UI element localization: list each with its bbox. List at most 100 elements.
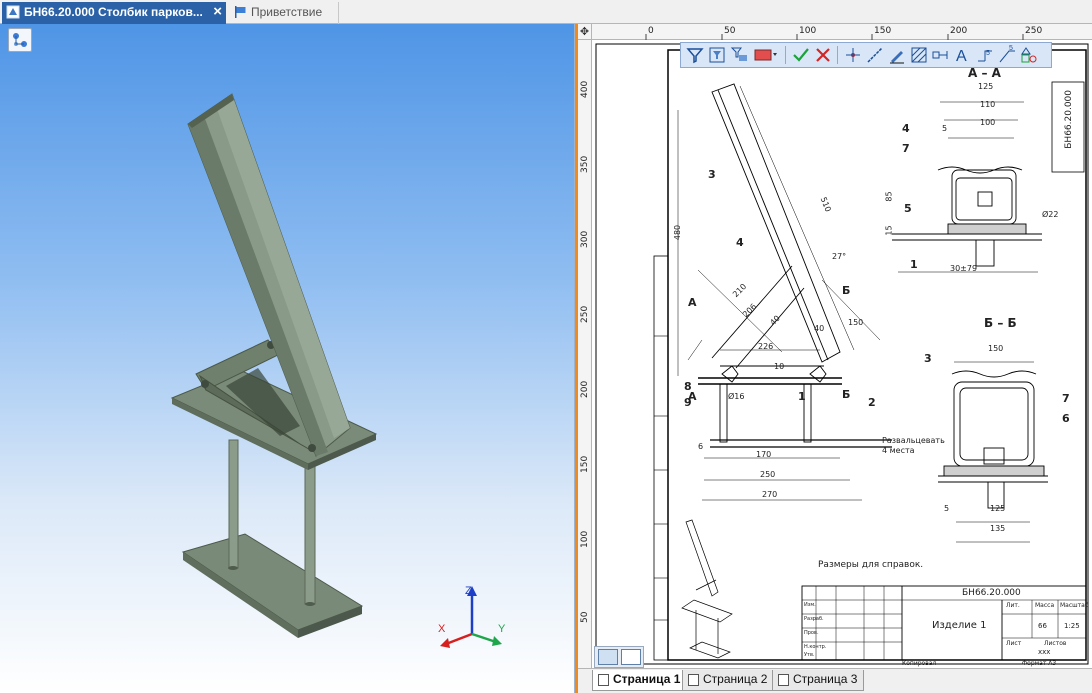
close-icon[interactable]: ×	[213, 2, 222, 22]
title-designation: БН66.20.000	[962, 588, 1021, 598]
title-header-scale: Масштаб	[1060, 602, 1089, 609]
point-icon[interactable]	[843, 45, 863, 65]
title-mass: 66	[1038, 622, 1047, 630]
hatch-icon[interactable]	[909, 45, 929, 65]
text-icon[interactable]: A	[953, 45, 973, 65]
section-aa-title: А – А	[968, 66, 1001, 80]
dim-label: 125	[990, 504, 1006, 513]
tab-assembly-document[interactable]: БН66.20.000 Столбик парков... ×	[2, 2, 226, 24]
dim-label: 85	[884, 191, 894, 202]
filter-window-icon[interactable]	[707, 45, 727, 65]
drawing-viewport[interactable]: ✥ 0 50 100 150 200 250 400 350 300 250 2…	[578, 24, 1092, 693]
ruler-tick: 250	[580, 305, 590, 323]
dim-label: Ø16	[728, 392, 745, 401]
tab-page-3[interactable]: Страница 3	[772, 670, 865, 691]
dim-label: 110	[980, 100, 996, 109]
reset-filter-icon[interactable]	[813, 45, 833, 65]
dim-label: 226	[758, 342, 774, 351]
dim-label: 250	[760, 470, 776, 479]
axis-triad: Z X Y	[432, 582, 512, 662]
weld-note-line2: 4 места	[882, 446, 915, 455]
model-3d-viewport[interactable]: Z X Y	[0, 24, 575, 693]
dim-label: 170	[756, 450, 772, 459]
section-mark-b-top: Б	[842, 284, 851, 297]
title-sheets: Листов	[1044, 640, 1067, 647]
callout-6: 6	[1062, 412, 1070, 425]
weld-note-line1: Развальцевать	[882, 436, 945, 445]
pen-icon[interactable]	[887, 45, 907, 65]
callout-3b: 3	[924, 352, 932, 365]
callout-1b: 1	[798, 390, 806, 403]
line-icon[interactable]	[865, 45, 885, 65]
page-icon	[688, 674, 699, 686]
dim-label: 135	[990, 524, 1006, 533]
page-tab-label: Страница 1	[613, 672, 681, 686]
drawing-toolbar: A 5 5	[680, 42, 1052, 68]
dim-label: 30±79	[950, 264, 978, 273]
filter-layers-icon[interactable]	[729, 45, 749, 65]
drawing-note: Размеры для справок.	[818, 560, 924, 570]
callout-5: 5	[904, 202, 912, 215]
page-tab-label: Страница 3	[793, 672, 858, 686]
horizontal-ruler: 0 50 100 150 200 250	[592, 24, 1092, 40]
tab-label: Приветствие	[251, 5, 323, 19]
document-tab-bar: БН66.20.000 Столбик парков... × Приветст…	[0, 0, 1092, 24]
svg-text:A: A	[956, 48, 967, 65]
section-bb-title: Б – Б	[984, 316, 1017, 330]
title-scale: 1:25	[1064, 622, 1080, 630]
title-header-mass: Масса	[1035, 602, 1055, 609]
vertical-ruler: 400 350 300 250 200 150 100 50	[578, 40, 592, 668]
dim-label: 100	[980, 118, 996, 127]
callout-4: 4	[736, 236, 744, 249]
dim-label: 480	[673, 224, 683, 241]
title-row-utv: Утв.	[804, 652, 815, 658]
color-selector-icon[interactable]	[753, 45, 779, 65]
drawing-sheet[interactable]: А – А Б – Б Размеры для справок. Разваль…	[592, 40, 1092, 668]
ruler-tick: 300	[580, 230, 590, 248]
drawing-graphics	[595, 43, 1089, 665]
stamp-code: БН66.20.000	[1064, 90, 1074, 149]
filter-icon[interactable]	[685, 45, 705, 65]
callout-2: 2	[868, 396, 876, 409]
tab-page-2[interactable]: Страница 2	[682, 670, 775, 691]
view-mode-buttons	[594, 646, 644, 668]
tab-page-1[interactable]: Страница 1	[592, 670, 688, 691]
page-icon	[778, 674, 789, 686]
title-row-izm: Изм.	[804, 602, 816, 608]
axis-z-label: Z	[465, 585, 472, 597]
ruler-tick: 100	[580, 530, 590, 548]
confirm-filter-icon[interactable]	[791, 45, 811, 65]
dim-label: 6	[698, 442, 704, 451]
ruler-tick: 150	[580, 455, 590, 473]
assembly-document-icon	[6, 5, 20, 19]
title-name: Изделие 1	[932, 620, 987, 631]
dim-label: 5	[942, 124, 948, 133]
page-tab-label: Страница 2	[703, 672, 768, 686]
leader-icon[interactable]: 5	[975, 45, 995, 65]
section-mark-b-bottom: Б	[842, 388, 851, 401]
dim-label: 270	[762, 490, 778, 499]
title-row-prov: Пров.	[804, 630, 819, 636]
callout-1: 1	[910, 258, 918, 271]
svg-text:5: 5	[986, 50, 990, 57]
callout-7b: 7	[1062, 392, 1070, 405]
ruler-tick: 350	[580, 155, 590, 173]
shapes-icon[interactable]	[1019, 45, 1039, 65]
dim-label: 5	[944, 504, 950, 513]
callout-4b: 4	[902, 122, 910, 135]
position-leader-icon[interactable]: 5	[997, 45, 1017, 65]
dim-label: 15	[884, 225, 894, 236]
title-org: ххх	[1038, 648, 1051, 656]
flag-icon	[235, 6, 246, 18]
callout-3: 3	[708, 168, 716, 181]
dimension-icon[interactable]	[931, 45, 951, 65]
move-cross-icon[interactable]: ✥	[578, 24, 592, 40]
view-mode-tiled-button[interactable]	[598, 649, 618, 665]
tab-welcome[interactable]: Приветствие	[229, 2, 339, 24]
dim-label: 27°	[832, 252, 847, 261]
title-header-lit: Лит.	[1006, 602, 1020, 609]
ruler-tick: 50	[580, 611, 590, 623]
view-mode-single-button[interactable]	[621, 649, 641, 665]
tab-label: БН66.20.000 Столбик парков...	[24, 5, 203, 19]
dim-label: 150	[988, 344, 1004, 353]
